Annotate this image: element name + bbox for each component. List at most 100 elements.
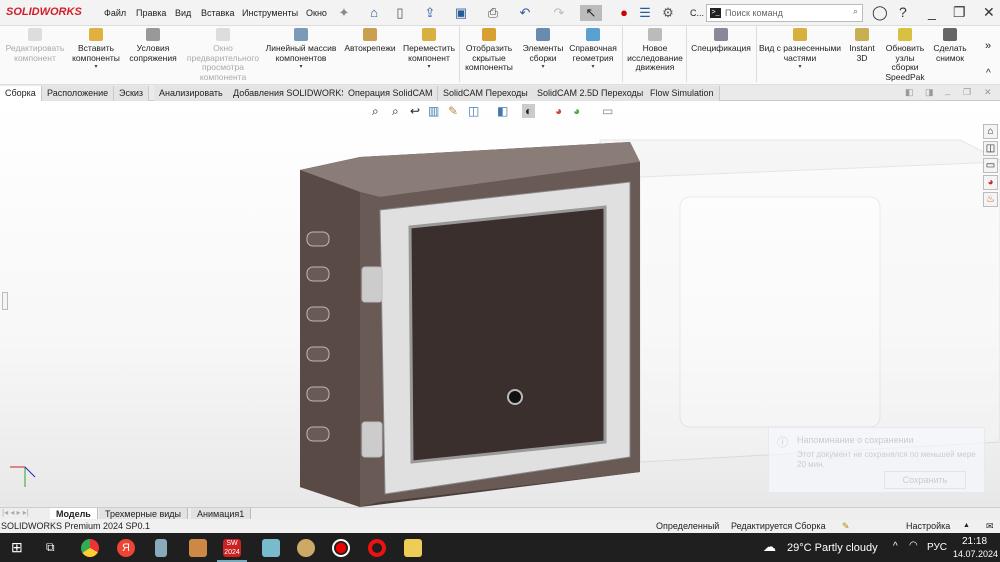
- tags-icon[interactable]: ✉: [986, 519, 994, 533]
- insert-components-button[interactable]: Вставить компоненты ▾: [67, 28, 125, 73]
- smart-fasteners-button[interactable]: Автокрепежи: [340, 28, 400, 54]
- bill-of-materials-button[interactable]: Спецификация: [688, 28, 754, 54]
- menu-file[interactable]: Файл: [104, 8, 126, 18]
- paint-app-icon[interactable]: [189, 539, 207, 557]
- dynamic-annotation-icon[interactable]: ✎: [448, 104, 458, 118]
- clock-time[interactable]: 21:18: [962, 536, 987, 547]
- menu-view[interactable]: Вид: [175, 8, 191, 18]
- settings-up-arrow-icon[interactable]: ▲: [963, 519, 970, 533]
- zoom-to-fit-icon[interactable]: ⌕: [372, 104, 379, 119]
- tab-scroll-arrows[interactable]: |◂ ◂ ▸ ▸|: [2, 508, 29, 517]
- save-icon[interactable]: ▣: [453, 5, 469, 21]
- select-cursor-icon[interactable]: ↖: [580, 5, 602, 21]
- weather-icon[interactable]: ☁: [763, 539, 776, 555]
- tray-overflow-icon[interactable]: ^: [893, 541, 898, 552]
- wifi-icon[interactable]: ◠: [909, 540, 918, 551]
- chrome-icon[interactable]: [81, 539, 99, 557]
- solidworks-2024-icon[interactable]: SW 2024: [223, 539, 241, 557]
- take-snapshot-button[interactable]: Сделать снимок: [930, 28, 970, 63]
- notes-icon[interactable]: [262, 539, 280, 557]
- collapse-ribbon-icon[interactable]: ^: [986, 68, 991, 79]
- tab-solidcam-operation[interactable]: Операция SolidCAM: [343, 86, 439, 101]
- expand-ribbon-icon[interactable]: »: [985, 40, 991, 52]
- doc-restore-icon[interactable]: ❐: [963, 87, 971, 98]
- undo-icon[interactable]: ↶: [517, 5, 533, 21]
- update-speedpak-button[interactable]: Обновить узлы сборки SpeedPak: [882, 28, 928, 82]
- instant-3d-button[interactable]: Instant 3D: [846, 28, 878, 63]
- palette-icon[interactable]: [297, 539, 315, 557]
- file-explorer-taskbar-icon[interactable]: [404, 539, 422, 557]
- move-component-button[interactable]: Переместить компонент ▾: [400, 28, 458, 73]
- apply-scene-icon[interactable]: ◕: [573, 104, 580, 118]
- restore-button[interactable]: ❐: [953, 4, 966, 21]
- menu-insert[interactable]: Вставка: [201, 8, 234, 18]
- tab-sketch[interactable]: Эскиз: [114, 86, 150, 101]
- tab-layout[interactable]: Расположение: [42, 86, 115, 101]
- file-properties-icon[interactable]: ☰: [637, 5, 653, 21]
- notepad-icon[interactable]: [155, 539, 167, 557]
- home-icon[interactable]: ⌂: [366, 5, 382, 21]
- assembly-features-button[interactable]: Элементы сборки ▾: [520, 28, 566, 73]
- edit-component-button[interactable]: Редактировать компонент: [2, 28, 68, 63]
- previous-view-icon[interactable]: ↩: [410, 104, 420, 118]
- tab-flow-simulation[interactable]: Flow Simulation: [645, 86, 720, 101]
- linear-component-pattern-button[interactable]: Линейный массив компонентов ▾: [264, 28, 338, 73]
- tab-solidcam-transitions[interactable]: SolidCAM Переходы: [438, 86, 534, 101]
- reference-geometry-icon: [586, 28, 600, 41]
- close-button[interactable]: ✕: [983, 4, 995, 21]
- edit-appearance-icon[interactable]: ◕: [555, 104, 562, 118]
- print-icon[interactable]: ⎙: [485, 5, 501, 21]
- opera-icon[interactable]: [368, 539, 386, 557]
- tab-evaluate[interactable]: Анализировать: [154, 86, 229, 101]
- file-explorer-icon[interactable]: ▭: [983, 158, 998, 173]
- mate-button[interactable]: Условия сопряжения: [124, 28, 182, 63]
- menu-window[interactable]: Окно: [306, 8, 327, 18]
- tile-right-icon[interactable]: ◨: [925, 87, 934, 98]
- feature-tree-flyout-handle[interactable]: [2, 292, 8, 310]
- exploded-view-button[interactable]: Вид с разнесенными частями ▾: [758, 28, 842, 73]
- new-document-icon[interactable]: ▯: [392, 5, 408, 21]
- component-preview-window-button[interactable]: Окно предварительного просмотра компонен…: [183, 28, 263, 82]
- yandex-icon[interactable]: Я: [117, 539, 135, 557]
- minimize-button[interactable]: _: [928, 4, 936, 20]
- new-motion-study-button[interactable]: Новое исследование движения: [624, 28, 686, 73]
- clock-date[interactable]: 14.07.2024: [953, 549, 998, 559]
- doc-close-icon[interactable]: ✕: [984, 87, 992, 98]
- save-button[interactable]: Сохранить: [884, 471, 966, 489]
- recorder-icon[interactable]: [332, 539, 350, 557]
- reference-geometry-button[interactable]: Справочная геометрия ▾: [566, 28, 620, 73]
- view-settings-icon[interactable]: ▭: [602, 104, 613, 118]
- show-hidden-components-button[interactable]: Отобразить скрытые компоненты: [460, 28, 518, 73]
- tab-solidworks-addins[interactable]: Добавления SOLIDWORKS: [228, 86, 354, 101]
- solidworks-resources-icon[interactable]: ⌂: [983, 124, 998, 139]
- more-commands[interactable]: C...: [690, 8, 704, 18]
- redo-icon[interactable]: ↷: [551, 5, 567, 21]
- section-view-icon[interactable]: ▥: [428, 104, 439, 118]
- open-icon[interactable]: ⇪: [422, 5, 438, 21]
- units-settings[interactable]: Настройка: [906, 519, 950, 533]
- appearances-icon[interactable]: ♨: [983, 192, 998, 207]
- search-commands-input[interactable]: >_ Поиск команд ⌕: [706, 4, 863, 22]
- language-indicator[interactable]: РУС: [927, 542, 947, 553]
- design-library-icon[interactable]: ◫: [983, 141, 998, 156]
- rebuild-icon[interactable]: ✎: [842, 519, 850, 533]
- display-style-icon[interactable]: ◧: [497, 104, 508, 118]
- task-view-icon[interactable]: ⧉: [46, 540, 55, 555]
- user-icon[interactable]: ◯: [872, 4, 888, 21]
- doc-minimize-icon[interactable]: _: [945, 85, 950, 95]
- menu-edit[interactable]: Правка: [136, 8, 166, 18]
- weather-text[interactable]: 29°C Partly cloudy: [787, 542, 878, 554]
- tab-assembly[interactable]: Сборка: [0, 86, 42, 101]
- tab-solidcam-25d[interactable]: SolidCAM 2.5D Переходы: [532, 86, 650, 101]
- help-icon[interactable]: ?: [899, 4, 907, 20]
- options-gear-icon[interactable]: ⚙: [660, 5, 676, 21]
- view-orientation-icon[interactable]: ◫: [468, 104, 479, 118]
- zoom-to-area-icon[interactable]: ⌕: [392, 104, 399, 119]
- menu-tools[interactable]: Инструменты: [242, 8, 298, 18]
- rebuild-traffic-light-icon[interactable]: ●: [616, 5, 632, 21]
- tile-left-icon[interactable]: ◧: [905, 87, 914, 98]
- hide-show-items-icon[interactable]: ◐: [522, 104, 536, 118]
- pin-icon[interactable]: ✦: [336, 5, 352, 21]
- windows-start-icon[interactable]: ⊞: [11, 539, 23, 556]
- view-palette-icon[interactable]: ◕: [983, 175, 998, 190]
